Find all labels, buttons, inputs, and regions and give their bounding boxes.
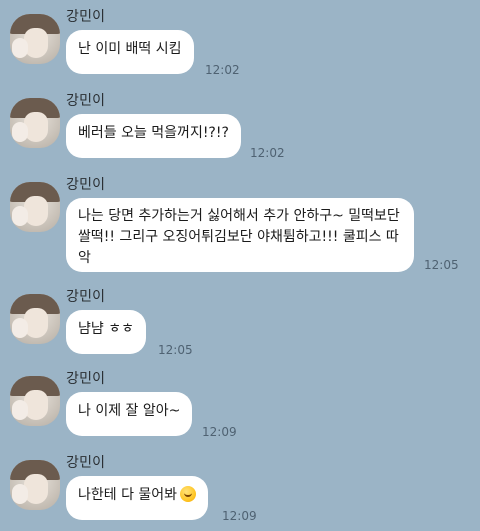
- message-bubble[interactable]: 난 이미 배떡 시킴: [66, 30, 194, 74]
- message-bubble[interactable]: 냠냠 ㅎㅎ: [66, 310, 146, 354]
- message-bubble[interactable]: 나 이제 잘 알아~: [66, 392, 193, 436]
- avatar-hand: [12, 122, 28, 142]
- avatar-hand: [12, 38, 28, 58]
- avatar-hand: [12, 484, 28, 504]
- sender-name: 강민이: [66, 371, 106, 387]
- message-time: 12:05: [158, 343, 193, 357]
- message-bubble[interactable]: 나는 당면 추가하는거 싫어해서 추가 안하구~ 밀떡보단 쌀떡!! 그리구 오…: [66, 198, 414, 272]
- sender-name: 강민이: [66, 93, 106, 109]
- yum-face-emoji-icon: [180, 486, 197, 502]
- message-text: 나한테 다 물어봐: [78, 487, 178, 503]
- sender-name: 강민이: [66, 455, 106, 471]
- avatar-hand: [12, 206, 28, 226]
- avatar[interactable]: [10, 182, 60, 232]
- message-time: 12:05: [424, 258, 459, 272]
- sender-name: 강민이: [66, 289, 106, 305]
- avatar-hand: [12, 400, 28, 420]
- sender-name: 강민이: [66, 9, 106, 25]
- message-time: 12:09: [202, 425, 237, 439]
- avatar[interactable]: [10, 294, 60, 344]
- message-bubble[interactable]: 나한테 다 물어봐: [66, 476, 209, 520]
- avatar-hand: [12, 318, 28, 338]
- avatar[interactable]: [10, 98, 60, 148]
- chat-room[interactable]: 강민이 난 이미 배떡 시킴 12:02 강민이 베러들 오늘 먹을꺼지!?!?…: [0, 0, 480, 531]
- message-time: 12:02: [250, 146, 285, 160]
- avatar[interactable]: [10, 14, 60, 64]
- message-time: 12:09: [222, 509, 257, 523]
- sender-name: 강민이: [66, 177, 106, 193]
- avatar[interactable]: [10, 376, 60, 426]
- message-time: 12:02: [205, 63, 240, 77]
- avatar[interactable]: [10, 460, 60, 510]
- message-bubble[interactable]: 베러들 오늘 먹을꺼지!?!?: [66, 114, 241, 158]
